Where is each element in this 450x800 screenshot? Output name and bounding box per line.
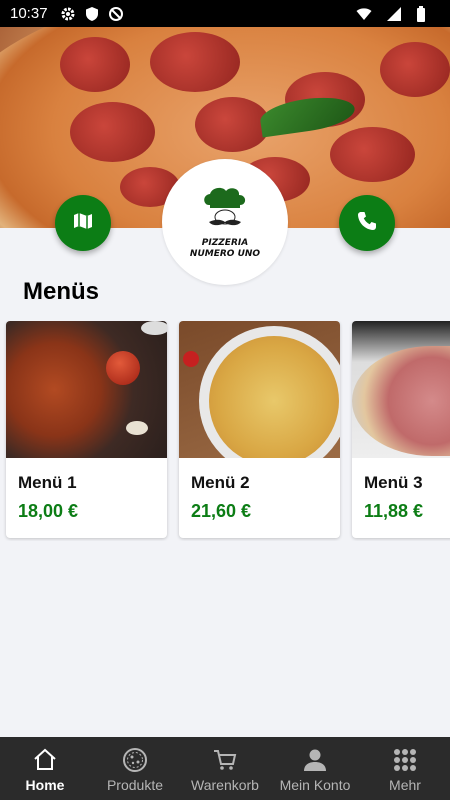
menu-card[interactable]: Menü 1 18,00 €	[6, 321, 167, 538]
status-time: 10:37	[10, 5, 48, 22]
nav-mehr[interactable]: Mehr	[360, 737, 450, 800]
menu-name: Menü 2	[191, 473, 250, 492]
restaurant-logo: PIZZERIA NUMERO UNO	[162, 159, 288, 285]
chef-icon	[197, 185, 253, 236]
nav-mehr-label: Mehr	[389, 777, 421, 793]
nav-produkte[interactable]: Produkte	[90, 737, 180, 800]
phone-button[interactable]	[339, 195, 395, 251]
menu-name: Menü 3	[364, 473, 423, 492]
phone-icon	[356, 210, 378, 237]
map-button[interactable]	[55, 195, 111, 251]
menu-name: Menü 1	[18, 473, 77, 492]
signal-icon	[386, 6, 402, 22]
menu-photo	[352, 321, 450, 458]
person-icon	[302, 747, 328, 773]
menus-section-title: Menüs	[23, 278, 100, 305]
menu-card[interactable]: Menü 2 21,60 €	[179, 321, 340, 538]
nav-warenkorb[interactable]: Warenkorb	[180, 737, 270, 800]
home-icon	[32, 747, 58, 773]
status-bar: 10:37	[0, 0, 450, 27]
menus-carousel[interactable]: Menü 1 18,00 € Menü 2 21,60 € Menü 3 11,…	[0, 321, 450, 541]
nav-home[interactable]: Home	[0, 737, 90, 800]
menu-price: 21,60 €	[191, 501, 252, 521]
grid-icon	[392, 747, 418, 773]
menu-card[interactable]: Menü 3 11,88 €	[352, 321, 450, 538]
shield-icon	[84, 6, 100, 22]
cart-icon	[212, 747, 238, 773]
menu-photo	[179, 321, 340, 458]
pizza-icon	[122, 747, 148, 773]
menu-price: 11,88 €	[364, 501, 424, 521]
nav-home-label: Home	[25, 777, 65, 793]
no-sync-icon	[108, 6, 124, 22]
bottom-navigation: Home Produkte Warenkorb Mein Konto Mehr	[0, 737, 450, 800]
nav-produkte-label: Produkte	[106, 777, 164, 793]
nav-warenkorb-label: Warenkorb	[191, 777, 259, 793]
wifi-icon	[356, 6, 372, 22]
map-icon	[72, 210, 94, 237]
menu-photo	[6, 321, 167, 458]
battery-icon	[416, 5, 432, 22]
nav-mein-konto[interactable]: Mein Konto	[270, 737, 360, 800]
logo-text: PIZZERIA NUMERO UNO	[189, 237, 261, 259]
menu-price: 18,00 €	[18, 501, 79, 521]
nav-mein-konto-label: Mein Konto	[279, 777, 351, 793]
gear-icon	[60, 6, 76, 22]
